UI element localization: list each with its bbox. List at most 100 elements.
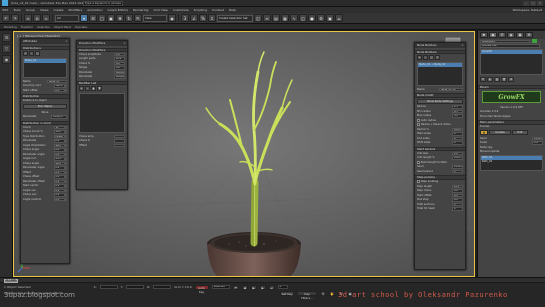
folder-icon[interactable]: ▲ [480,130,488,135]
list-item[interactable]: Node_01 [24,59,66,63]
pin-stack-icon[interactable]: ⚑ [480,77,486,82]
redo-icon[interactable]: ↷ [11,14,19,22]
menu-graph-editors[interactable]: Graph Editors [105,8,131,12]
workspace-selector[interactable]: Workspace: Default [513,8,545,12]
rect-select-icon[interactable]: □ [98,14,106,22]
coord-x-field[interactable] [99,284,118,290]
menu-group[interactable]: Group [23,8,37,12]
param-field[interactable]: 300.0 [53,84,65,88]
edit-button[interactable]: Edit [512,130,528,135]
param-field[interactable]: 0.0 [53,170,65,174]
coord-y-field[interactable] [126,284,145,290]
param-field[interactable]: 0.0 [53,152,65,156]
object-color-swatch[interactable] [532,39,537,44]
app-logo-icon[interactable] [2,0,8,6]
reference-coord-dropdown[interactable]: View [143,14,167,22]
remove-icon[interactable]: – [29,51,34,56]
param-field[interactable]: 0.0 [452,198,463,202]
make-unique-icon[interactable]: ▥ [494,77,500,82]
param-field[interactable]: 0.0 [452,193,463,197]
spinner-icon[interactable] [65,134,67,138]
distribution-list[interactable]: Node_01 [23,58,67,78]
utilities-tab-icon[interactable]: ⚒ [525,32,533,38]
param-field[interactable]: 12 [53,125,65,129]
select-name-icon[interactable]: ☰ [89,14,97,22]
close-icon[interactable]: × [64,39,69,44]
select-icon[interactable]: ➤ [80,14,88,22]
param-field[interactable]: 0.0 [53,184,65,188]
configure-sets-icon[interactable]: ⚙ [508,77,514,82]
modifier-stack[interactable]: GrowFX [480,49,543,75]
material-editor-icon[interactable]: ● [308,14,316,22]
schematic-icon[interactable]: ◫ [299,14,307,22]
time-slider-knob[interactable]: 0 / 100 [4,278,18,283]
percent-snap-icon[interactable]: % [199,14,207,22]
object-name-field[interactable]: Growtex01 [480,39,530,43]
window-crossing-icon[interactable]: ▣ [107,14,115,22]
render-setup-icon[interactable]: ⚙ [317,14,325,22]
setkey-button[interactable]: Set Key [280,290,295,296]
param-field[interactable]: 20.0 [114,57,125,61]
menu-create[interactable]: Create [51,8,66,12]
param-field[interactable]: 100.0 [452,127,463,131]
menu-scripting[interactable]: Scripting [191,8,209,12]
show-node-settings-button[interactable]: Show Node Settings [417,98,463,104]
show-end-result-icon[interactable]: ▮ [487,77,493,82]
up-icon[interactable]: ▲ [91,86,96,91]
create-tab-icon[interactable]: ✱ [480,32,488,38]
maximize-button[interactable]: □ [530,0,536,6]
link-icon[interactable]: ∞ [24,14,32,22]
path-list[interactable]: Path_01 Path_02 [480,155,543,171]
spinner-icon[interactable] [65,157,67,161]
time-slider[interactable]: 0 / 100 [0,278,545,283]
mirror-icon[interactable]: ◫ [254,14,262,22]
remove-modifier-icon[interactable]: 🗑 [501,77,507,82]
pan-icon[interactable]: ✋ [329,290,336,296]
go-start-icon[interactable]: ⏮ [232,284,239,290]
footer-field[interactable] [114,134,125,138]
param-field[interactable]: 2.5 [452,105,463,109]
spinner-icon[interactable] [65,193,67,197]
update-button[interactable]: Update [489,130,511,135]
filter-icon[interactable]: ▽ [2,44,11,53]
param-field[interactable]: 10.0 [452,184,463,188]
menu-animation[interactable]: Animation [85,8,105,12]
key-mode-dropdown[interactable]: Selected [211,284,230,290]
menu-help[interactable]: Help [226,8,238,12]
down-icon[interactable]: ▼ [97,86,102,91]
param-field[interactable]: 0.0 [53,148,65,152]
menu-civil-view[interactable]: Civil View [151,8,170,12]
list-item[interactable]: Path_02 [481,160,542,164]
param-field[interactable]: 0.0 [114,66,125,70]
param-field[interactable]: 3.0 [452,114,463,118]
param-field[interactable]: 0.0 [114,52,125,56]
param-field[interactable]: 0 [452,136,463,140]
spinner-icon[interactable] [65,197,67,201]
zoom-icon[interactable]: ⚲ [320,290,327,296]
search-input[interactable]: Type a keyword or phrase [83,0,123,6]
add-icon[interactable]: + [79,86,84,91]
param-field[interactable]: 12345 [452,165,463,169]
ribbon-tab-populate[interactable]: Populate [75,25,87,29]
list-item[interactable]: Node_01 → Node_02 [418,63,462,67]
param-field[interactable]: 0.0 [114,61,125,65]
checkbox-icon[interactable] [417,160,420,164]
undo-icon[interactable]: ↶ [2,14,10,22]
param-field[interactable]: 0.3 [452,109,463,113]
spinner-icon[interactable] [65,170,67,174]
move-icon[interactable]: ✥ [116,14,124,22]
main-param-field[interactable]: 1.0 [532,141,543,145]
param-field[interactable]: 0 [452,169,463,173]
snap-icon[interactable]: 3 [181,14,189,22]
param-field[interactable]: 45.0 [53,157,65,161]
close-icon[interactable]: × [122,41,127,46]
param-field[interactable]: 0.0 [53,197,65,201]
param-field[interactable]: 0.0 [53,88,65,92]
spinner-icon[interactable] [65,88,67,92]
close-icon[interactable]: × [460,43,465,48]
param-field[interactable]: 0.0 [53,179,65,183]
render-icon[interactable]: ☕ [335,14,343,22]
scene-explorer-icon[interactable]: ☰ [2,33,11,42]
param-dropdown[interactable]: Length [114,70,125,74]
stack-item-growfx[interactable]: GrowFX [481,50,542,54]
